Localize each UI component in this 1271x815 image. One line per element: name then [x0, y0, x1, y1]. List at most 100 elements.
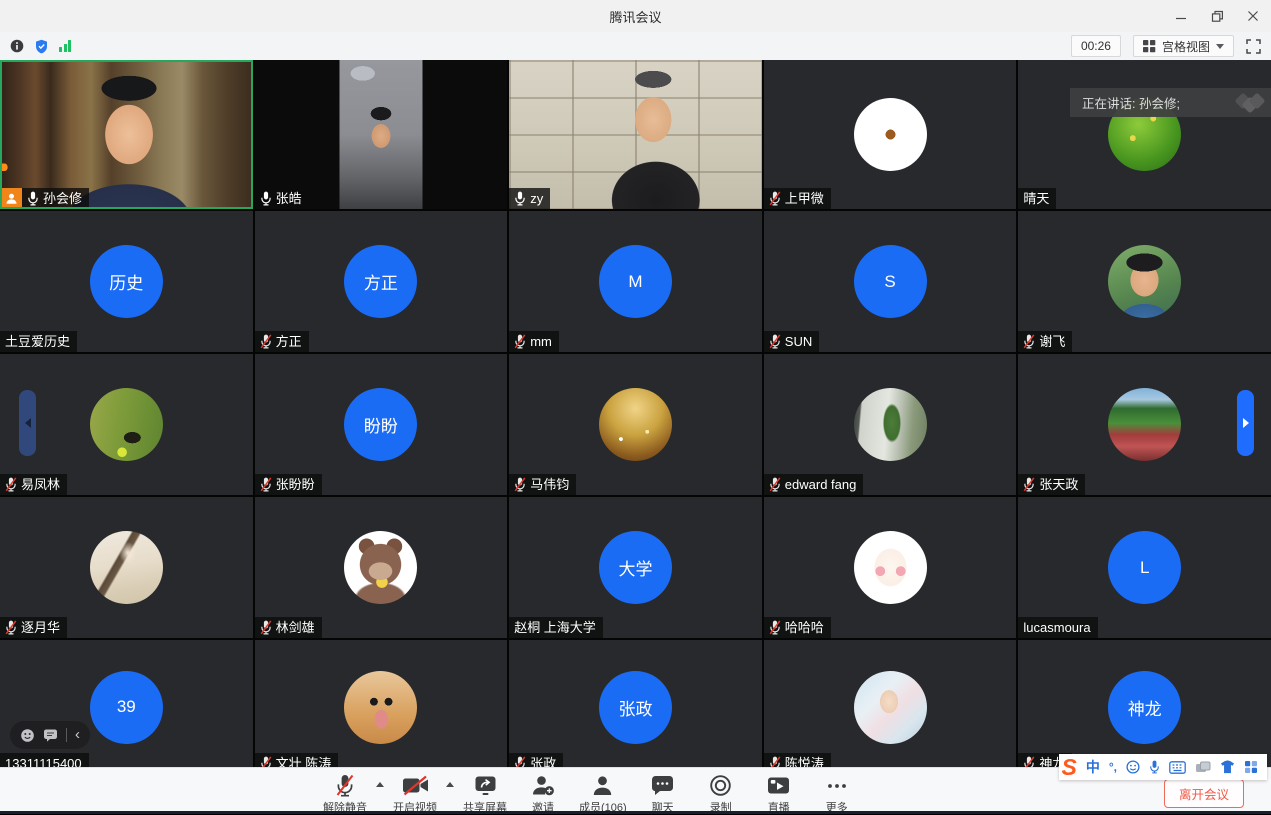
mic-muted-icon	[260, 477, 272, 492]
bottom-toolbar: 解除静音开启视频共享屏幕邀请成员(106)聊天录制直播更多 离开会议 S中°,	[0, 767, 1271, 814]
participant-tile[interactable]: 张皓	[255, 60, 508, 209]
soft-keyboard-icon[interactable]	[1169, 761, 1186, 774]
participant-tile[interactable]: zy	[509, 60, 762, 209]
participant-tile[interactable]: 谢飞	[1018, 211, 1271, 352]
participant-label: 哈哈哈	[764, 617, 831, 638]
avatar-photo	[1108, 388, 1181, 461]
participant-name: lucasmoura	[1023, 620, 1090, 635]
participant-label: 赵桐 上海大学	[509, 617, 603, 638]
participant-tile[interactable]: 盼盼张盼盼	[255, 354, 508, 495]
participant-label: 张盼盼	[255, 474, 322, 495]
emoji-reaction-icon[interactable]	[20, 728, 35, 743]
participant-label: 张天政	[1018, 474, 1085, 495]
participant-label: 马伟钧	[509, 474, 576, 495]
record-icon	[709, 774, 732, 797]
participant-tile[interactable]: 易凤林	[0, 354, 253, 495]
participant-tile[interactable]: 张政张政	[509, 640, 762, 767]
view-mode-label: 宫格视图	[1162, 38, 1210, 55]
toolbar-button-share-screen[interactable]: 共享屏幕	[456, 770, 514, 815]
sogou-logo[interactable]: S	[1062, 756, 1077, 779]
avatar-photo	[854, 671, 927, 744]
toolbox-icon[interactable]	[1195, 761, 1211, 774]
avatar-photo	[90, 531, 163, 604]
avatar-initials: L	[1108, 531, 1181, 604]
leave-meeting-button[interactable]: 离开会议	[1164, 779, 1244, 808]
voice-input-icon[interactable]	[1149, 760, 1160, 774]
participant-tile[interactable]: 马伟钧	[509, 354, 762, 495]
restore-icon	[1211, 10, 1224, 23]
participant-tile[interactable]: 孙会修	[0, 60, 253, 209]
window-controls	[1163, 0, 1271, 32]
caption-chat-icon[interactable]	[43, 728, 58, 742]
chinese-mode-icon[interactable]: 中	[1086, 757, 1100, 777]
mic-muted-icon	[769, 620, 781, 635]
participant-name: edward fang	[785, 477, 857, 492]
avatar-photo	[599, 388, 672, 461]
next-page-button[interactable]	[1237, 390, 1254, 456]
meeting-logo-icon	[1237, 95, 1263, 111]
toolbar-right-controls: 00:26 宫格视图	[1071, 35, 1261, 57]
participant-tile[interactable]: 陈悦涛	[764, 640, 1017, 767]
toolbar-button-chat[interactable]: 聊天	[634, 770, 692, 815]
mic-muted-icon	[335, 774, 355, 797]
mic-muted-icon	[769, 477, 781, 492]
participant-video	[255, 60, 508, 209]
participant-tile[interactable]: 神龙神龙	[1018, 640, 1271, 767]
mic-on-icon	[514, 191, 526, 206]
participant-tile[interactable]: 逐月华	[0, 497, 253, 638]
toolbar-button-invite[interactable]: 邀请	[514, 770, 572, 815]
toolbar-button-camera-off[interactable]: 开启视频	[386, 770, 444, 815]
view-mode-selector[interactable]: 宫格视图	[1133, 35, 1234, 57]
mic-muted-icon	[514, 334, 526, 349]
participant-tile[interactable]: edward fang	[764, 354, 1017, 495]
mic-muted-icon	[260, 756, 272, 767]
participant-name: 方正	[276, 334, 302, 349]
participant-label: 张皓	[255, 188, 309, 209]
fullscreen-button[interactable]	[1246, 39, 1261, 54]
participant-tile[interactable]: 晴天	[1018, 60, 1271, 209]
participant-name: 哈哈哈	[785, 620, 824, 635]
participant-name: 林剑雄	[276, 620, 315, 635]
participant-tile[interactable]: Llucasmoura	[1018, 497, 1271, 638]
restore-button[interactable]	[1199, 0, 1235, 32]
participant-tile[interactable]: 上甲微	[764, 60, 1017, 209]
security-shield-icon[interactable]	[35, 39, 48, 54]
emoji-picker-icon[interactable]	[1126, 760, 1140, 774]
participant-tile[interactable]: 林剑雄	[255, 497, 508, 638]
participant-label: 孙会修	[0, 188, 89, 209]
toolbar-button-mic-muted[interactable]: 解除静音	[316, 770, 374, 815]
grid-view-icon	[1143, 40, 1156, 53]
toolbar-button-live[interactable]: 直播	[750, 770, 808, 815]
participant-name: 易凤林	[21, 477, 60, 492]
mic-muted-icon	[769, 756, 781, 767]
avatar-initials: 神龙	[1108, 671, 1181, 744]
toolbar-button-more[interactable]: 更多	[808, 770, 866, 815]
participant-tile[interactable]: 哈哈哈	[764, 497, 1017, 638]
avatar-initials: 大学	[599, 531, 672, 604]
network-signal-icon[interactable]	[59, 40, 71, 52]
participant-label: 文壮 陈涛	[255, 753, 339, 767]
participant-tile[interactable]: SSUN	[764, 211, 1017, 352]
toolbar-button-members[interactable]: 成员(106)	[572, 770, 634, 815]
participant-tile[interactable]: 历史土豆爱历史	[0, 211, 253, 352]
minimize-button[interactable]	[1163, 0, 1199, 32]
toolbar-button-record[interactable]: 录制	[692, 770, 750, 815]
participant-tile[interactable]: 方正方正	[255, 211, 508, 352]
speaking-banner: 正在讲话: 孙会修;	[1070, 88, 1271, 117]
mic-muted-icon	[769, 334, 781, 349]
punctuation-icon[interactable]: °,	[1109, 760, 1117, 774]
participant-tile[interactable]: 张天政	[1018, 354, 1271, 495]
collapse-chevron-icon[interactable]: ‹	[75, 727, 80, 742]
layout-grid-icon[interactable]	[1244, 760, 1258, 774]
participant-tile[interactable]: 文壮 陈涛	[255, 640, 508, 767]
previous-page-button[interactable]	[19, 390, 36, 456]
skin-icon[interactable]	[1220, 760, 1235, 774]
participant-label: 方正	[255, 331, 309, 352]
close-button[interactable]	[1235, 0, 1271, 32]
participant-tile[interactable]: Mmm	[509, 211, 762, 352]
options-caret-button[interactable]	[374, 782, 386, 787]
options-caret-button[interactable]	[444, 782, 456, 787]
info-icon[interactable]	[10, 39, 24, 53]
participant-tile[interactable]: 大学赵桐 上海大学	[509, 497, 762, 638]
participant-label: 张政	[509, 753, 563, 767]
